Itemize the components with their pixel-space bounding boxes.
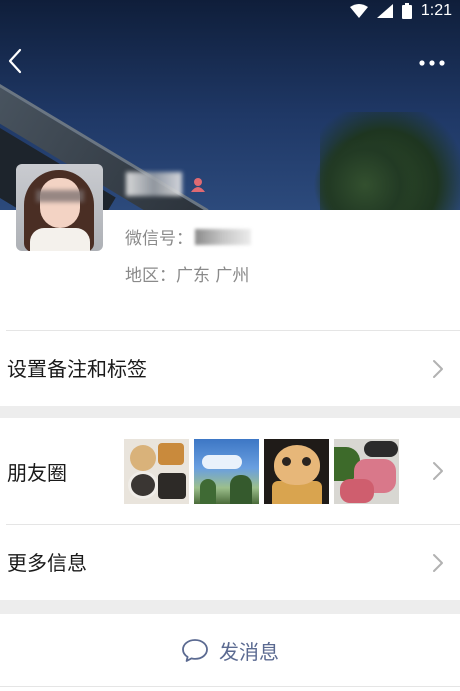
moments-photo-sky [194,439,259,504]
moments-photo-cat [264,439,329,504]
wechat-id-label: 微信号： [125,229,193,249]
wechat-id: 微信号： [125,224,251,249]
back-arrow-icon[interactable] [4,46,26,76]
cover-tree-small [310,140,420,210]
status-time: 1:21 [420,2,452,19]
moments-label: 朋友圈 [7,461,67,485]
send-message-button[interactable]: 发消息 [0,614,460,686]
wechat-id-privacy-blur [195,228,251,245]
chevron-right-icon [433,360,443,378]
moments-thumbnails [124,439,399,504]
status-bar: 1:21 [310,0,460,22]
chevron-right-icon [433,554,443,572]
more-options-icon[interactable] [418,56,446,70]
female-icon [191,178,205,192]
avatar[interactable] [16,164,103,251]
chevron-right-icon [433,462,443,480]
more-info-label: 更多信息 [7,551,87,575]
divider [0,686,460,687]
wifi-icon [349,4,368,18]
region-text: 地区：广东 广州 [125,266,250,286]
signal-icon [376,4,393,18]
battery-icon [401,3,412,19]
section-gap [0,406,460,418]
section-gap [0,600,460,614]
remark-tags-label: 设置备注和标签 [7,357,147,381]
moments-photo-food [124,439,189,504]
send-message-label: 发消息 [219,639,279,664]
chat-bubble-icon [182,639,208,662]
moments-photo-meat [334,439,399,504]
avatar-privacy-blur [36,190,84,202]
